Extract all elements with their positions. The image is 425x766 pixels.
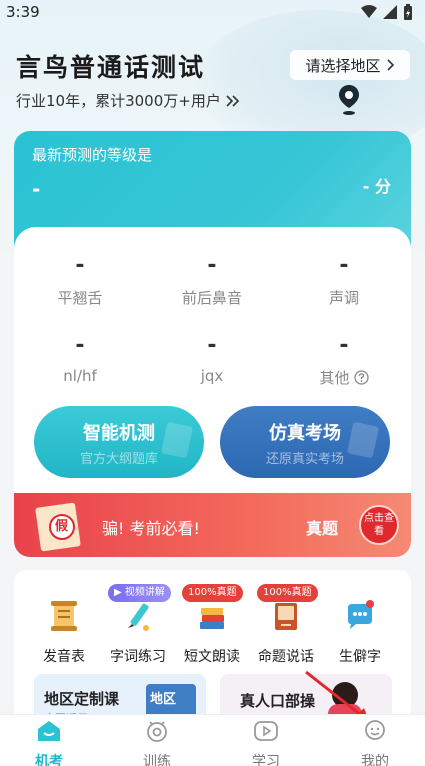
help-icon[interactable]: [353, 370, 369, 385]
regional-course-title: 地区定制课: [44, 690, 120, 708]
nav-label: 训练: [143, 754, 171, 766]
select-region-button[interactable]: 请选择地区: [290, 50, 410, 80]
metric-label-text: 声调: [328, 289, 359, 307]
metric-value: -: [339, 253, 349, 278]
regional-course-thumb-text: 地区: [150, 692, 177, 707]
fake-stamp-text: 假: [55, 519, 69, 534]
score-card: 最新预测的等级是 - - 分 - 平翘舌 - 前后鼻音 - 声调 - nl/hf…: [14, 131, 411, 557]
tool-label: 命题说话: [258, 649, 314, 665]
score-label: 最新预测的等级是: [32, 146, 153, 164]
metric-value: -: [339, 333, 349, 358]
app-subtitle-text: 行业10年，累计3000万+用户: [16, 92, 221, 110]
nav-item-mine[interactable]: 我的: [340, 719, 410, 766]
app-title: 言鸟普通话测试: [16, 53, 206, 82]
metric-value: -: [207, 333, 217, 358]
nav-label: 机考: [35, 754, 63, 766]
mock-exam-button[interactable]: 仿真考场 还原真实考场: [220, 406, 390, 478]
banner-text: 骗! 考前必看!: [102, 519, 200, 538]
metric-nl-hf: - nl/hf: [20, 333, 140, 385]
tool-label: 短文朗读: [184, 649, 240, 665]
metric-other[interactable]: - 其他: [284, 333, 404, 388]
metric-label-text: jqx: [200, 367, 224, 385]
scroll-icon: [51, 601, 77, 631]
battery-icon: [404, 4, 412, 20]
nav-label: 我的: [361, 754, 389, 766]
tool-label: 发音表: [43, 649, 85, 665]
metric-label-text: 其他: [319, 369, 350, 387]
score-points-unit: 分: [374, 177, 391, 196]
real-exam-badge: 100%真题: [257, 584, 318, 602]
metric-value: -: [75, 253, 85, 278]
video-badge-label: 视频讲解: [124, 587, 165, 598]
metric-nasal: - 前后鼻音: [152, 253, 272, 308]
ai-test-title: 智能机测: [83, 423, 155, 444]
chat-icon: [348, 600, 374, 629]
status-icons: [361, 4, 413, 20]
metric-label: 声调: [284, 287, 404, 308]
metric-value: -: [75, 333, 85, 358]
tool-label: 生僻字: [339, 649, 381, 665]
chevron-right-icon: [386, 59, 394, 71]
banner-tail: 真题: [306, 519, 339, 538]
score-grade: -: [32, 177, 41, 201]
wifi-icon: [361, 5, 377, 18]
tool-rare-characters[interactable]: 生僻字: [324, 586, 396, 666]
nav-item-learn[interactable]: 学习: [231, 719, 301, 766]
score-points-value: -: [362, 177, 370, 196]
metric-tone: - 声调: [284, 253, 404, 308]
profile-icon: [365, 720, 385, 740]
app-subtitle[interactable]: 行业10年，累计3000万+用户: [16, 90, 241, 111]
view-now-button[interactable]: 点击查看: [359, 505, 399, 545]
metric-label: 其他: [284, 367, 404, 388]
mock-exam-title: 仿真考场: [269, 423, 341, 444]
double-chevron-right-icon: [226, 94, 239, 107]
metric-retroflex: - 平翘舌: [20, 253, 140, 308]
metric-label-text: nl/hf: [63, 367, 97, 385]
play-circle-icon: ▶: [114, 587, 122, 598]
nav-item-training[interactable]: 训练: [122, 719, 192, 766]
signal-icon: [383, 5, 397, 19]
status-bar: 3:39: [0, 0, 425, 26]
select-region-label: 请选择地区: [305, 56, 381, 75]
metric-jqx: - jqx: [152, 333, 272, 385]
tool-label: 字词练习: [110, 649, 166, 665]
score-points: - 分: [363, 173, 391, 197]
location-pin-icon: [339, 85, 359, 115]
bottom-navigation: 机考 训练 学习 我的: [0, 714, 425, 766]
ai-test-subtitle: 官方大纲题库: [79, 452, 158, 467]
play-icon: [254, 721, 278, 741]
nav-label: 学习: [252, 754, 280, 766]
metric-label-text: 平翘舌: [57, 289, 103, 307]
book-icon: [275, 603, 297, 630]
video-badge: ▶ 视频讲解: [108, 584, 171, 602]
fraud-warning-banner[interactable]: 假 骗! 考前必看! 真题 点击查看: [14, 493, 411, 557]
nav-item-exam[interactable]: 机考: [14, 719, 84, 766]
metric-label-text: 前后鼻音: [181, 289, 242, 307]
tool-pronunciation-table[interactable]: 发音表: [28, 586, 100, 666]
target-icon: [147, 721, 167, 742]
ai-test-button[interactable]: 智能机测 官方大纲题库: [34, 406, 204, 478]
home-icon: [38, 721, 60, 741]
status-time: 3:39: [6, 3, 40, 21]
metric-label: nl/hf: [20, 367, 140, 385]
metric-value: -: [207, 253, 217, 278]
books-icon: [200, 608, 224, 629]
mock-exam-subtitle: 还原真实考场: [265, 452, 344, 467]
metric-label: jqx: [152, 367, 272, 385]
pen-icon: [128, 603, 149, 631]
real-exam-badge: 100%真题: [182, 584, 243, 602]
metric-label: 平翘舌: [20, 287, 140, 308]
metric-label: 前后鼻音: [152, 287, 272, 308]
